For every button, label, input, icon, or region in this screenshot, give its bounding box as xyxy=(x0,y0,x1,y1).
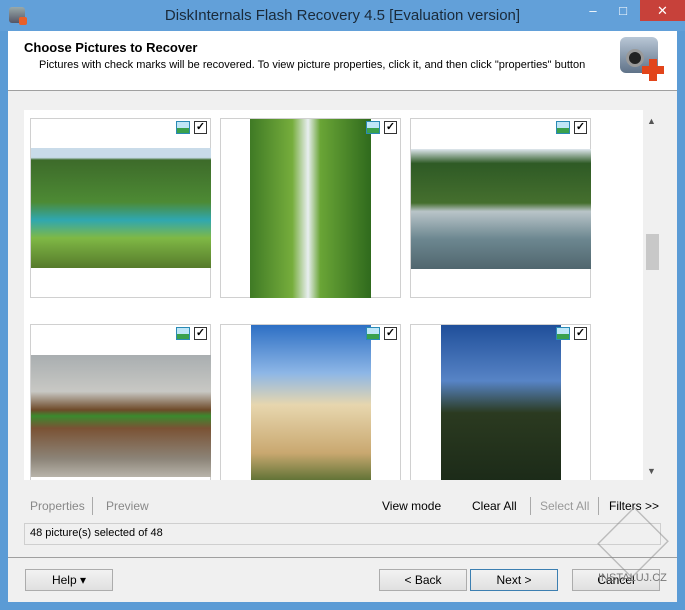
status-bar: 48 picture(s) selected of 48 xyxy=(24,523,661,545)
title-bar: DiskInternals Flash Recovery 4.5 [Evalua… xyxy=(0,0,685,31)
select-checkbox[interactable]: ✓ xyxy=(194,327,207,340)
back-button[interactable]: < Back xyxy=(379,569,467,591)
picture-thumbnail[interactable] xyxy=(250,119,371,298)
image-icon xyxy=(366,327,380,340)
toolbar-divider xyxy=(530,497,531,515)
picture-card[interactable]: ✓ xyxy=(30,118,211,298)
next-button[interactable]: Next > xyxy=(470,569,558,591)
picture-thumbnail[interactable] xyxy=(411,149,591,269)
vertical-scrollbar[interactable]: ▲ ▼ xyxy=(643,110,661,480)
properties-button[interactable]: Properties xyxy=(30,499,85,513)
divider xyxy=(8,557,677,558)
picture-thumbnail[interactable] xyxy=(251,325,371,480)
page-subtitle: Pictures with check marks will be recove… xyxy=(39,59,586,71)
picture-card[interactable]: ✓ xyxy=(410,118,591,298)
image-icon xyxy=(556,327,570,340)
scroll-down-arrow[interactable]: ▼ xyxy=(647,466,656,476)
picture-thumbnail[interactable] xyxy=(441,325,561,480)
minimize-button[interactable]: – xyxy=(578,0,608,21)
image-icon xyxy=(366,121,380,134)
watermark-text: INSTALUJ.CZ xyxy=(598,572,667,584)
scroll-thumb[interactable] xyxy=(646,234,659,270)
select-checkbox[interactable]: ✓ xyxy=(574,121,587,134)
camera-recovery-icon xyxy=(620,37,664,81)
wizard-client: Choose Pictures to Recover Pictures with… xyxy=(8,31,677,602)
scroll-up-arrow[interactable]: ▲ xyxy=(647,116,656,126)
select-checkbox[interactable]: ✓ xyxy=(384,121,397,134)
picture-card[interactable]: ✓ xyxy=(220,118,401,298)
preview-button[interactable]: Preview xyxy=(106,499,149,513)
picture-thumbnail[interactable] xyxy=(31,355,211,477)
page-title: Choose Pictures to Recover xyxy=(24,40,198,55)
close-button[interactable]: ✕ xyxy=(640,0,685,21)
toolbar-divider xyxy=(92,497,93,515)
image-icon xyxy=(556,121,570,134)
maximize-button[interactable]: □ xyxy=(608,0,638,21)
picture-thumbnail[interactable] xyxy=(31,148,211,268)
picture-grid[interactable]: ✓ ✓ ✓ ✓ ✓ ✓ ▲ ▼ xyxy=(24,110,661,480)
picture-card[interactable]: ✓ xyxy=(410,324,591,480)
wizard-header: Choose Pictures to Recover Pictures with… xyxy=(8,31,677,91)
view-mode-button[interactable]: View mode xyxy=(382,499,441,513)
picture-card[interactable]: ✓ xyxy=(30,324,211,480)
image-icon xyxy=(176,327,190,340)
picture-card[interactable]: ✓ xyxy=(220,324,401,480)
toolbar-divider xyxy=(598,497,599,515)
clear-all-button[interactable]: Clear All xyxy=(472,499,517,513)
select-checkbox[interactable]: ✓ xyxy=(574,327,587,340)
select-checkbox[interactable]: ✓ xyxy=(384,327,397,340)
select-checkbox[interactable]: ✓ xyxy=(194,121,207,134)
help-button[interactable]: Help ▾ xyxy=(25,569,113,591)
select-all-button[interactable]: Select All xyxy=(540,499,589,513)
image-icon xyxy=(176,121,190,134)
